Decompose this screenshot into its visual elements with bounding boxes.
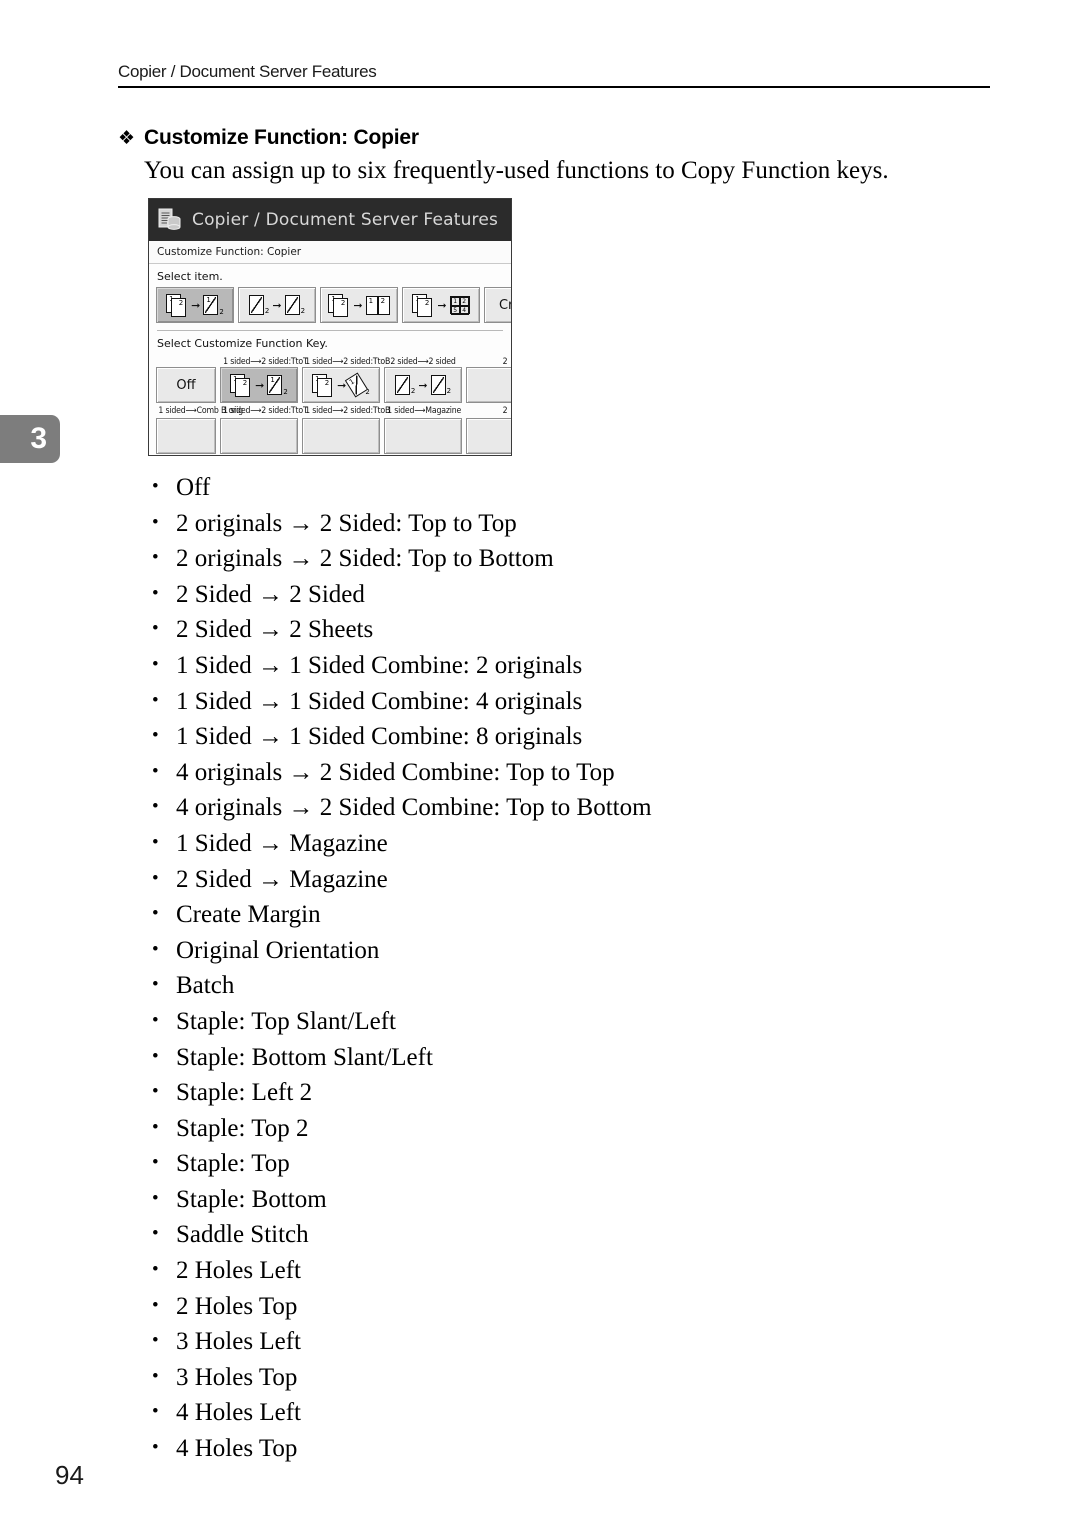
arrow-icon: ➞ <box>191 298 201 312</box>
list-item: 4 Holes Left <box>150 1394 980 1431</box>
list-item: 4 originals → 2 Sided Combine: Top to To… <box>150 754 980 791</box>
list-item: 4 originals → 2 Sided Combine: Top to Bo… <box>150 789 980 826</box>
list-item: Staple: Top <box>150 1145 980 1182</box>
function-key-label: 1 sided⟶2 sided:TtoT <box>223 357 308 367</box>
function-key-off[interactable]: Off <box>156 367 216 403</box>
item-key-1sided-2sided-ttot[interactable]: 1 2 ➞ 12 <box>156 287 234 323</box>
function-key-1sided-2sided-ttot[interactable]: 1 2 ➞ 12 <box>220 367 298 403</box>
list-item: 1 Sided → Magazine <box>150 825 980 862</box>
list-item: 2 Holes Left <box>150 1252 980 1289</box>
function-key-r2-1sided-2sided-ttob[interactable] <box>302 418 380 454</box>
glyph-1sided-to-2sided-ttot: 1 2 ➞ 12 <box>230 374 288 397</box>
list-item: Staple: Top Slant/Left <box>150 1003 980 1040</box>
list-item: 2 originals → 2 Sided: Top to Top <box>150 505 980 542</box>
list-item: 1 Sided → 1 Sided Combine: 2 originals <box>150 647 980 684</box>
list-item: 2 Sided → Magazine <box>150 861 980 898</box>
function-key-label-row-1: 1 sided⟶2 sided:TtoT 1 sided⟶2 sided:Tto… <box>149 357 511 367</box>
function-key-label: 1 sided⟶Comb B orig <box>158 406 243 416</box>
arrow-icon: ➞ <box>255 378 265 392</box>
function-key-label: 2 <box>502 406 508 416</box>
list-item: 3 Holes Top <box>150 1359 980 1396</box>
list-item: 2 Sided → 2 Sided <box>150 576 980 613</box>
glyph-combine-2: 1 2 ➞ 12 <box>328 294 390 317</box>
glyph-2sided-to-2sided: 2 ➞ 2 <box>394 375 451 395</box>
list-item: Off <box>150 469 980 506</box>
function-key-label-row-2: 1 sided⟶Comb B orig 1 sided⟶2 sided:TtoT… <box>149 406 511 416</box>
section-intro-text: You can assign up to six frequently-used… <box>144 157 889 184</box>
arrow-icon: ➞ <box>353 298 363 312</box>
function-key-label: 2 sided⟶2 sided <box>390 357 456 367</box>
list-item: Saddle Stitch <box>150 1216 980 1253</box>
arrow-icon: ➞ <box>437 298 447 312</box>
glyph-1sided-to-2sided: 1 2 ➞ 12 <box>166 294 224 317</box>
list-item: 2 Holes Top <box>150 1288 980 1325</box>
function-key-r2-1sided-magazine[interactable] <box>384 418 462 454</box>
header-rule <box>118 86 990 88</box>
function-key-comb-b-orig[interactable] <box>156 418 216 454</box>
list-item: 4 Holes Top <box>150 1430 980 1467</box>
label-spacer <box>158 357 213 367</box>
function-key-r2-partial[interactable] <box>466 418 511 454</box>
list-item: Batch <box>150 967 980 1004</box>
prompt-select-item: Select item. <box>157 270 223 283</box>
function-key-r2-1sided-2sided-ttot[interactable] <box>220 418 298 454</box>
running-header: Copier / Document Server Features <box>118 62 990 88</box>
list-item: Staple: Left 2 <box>150 1074 980 1111</box>
item-key-combine-2[interactable]: 1 2 ➞ 12 <box>320 287 398 323</box>
glyph-combine-4: 1 2 ➞ 1254 <box>412 294 470 317</box>
function-key-label: 1 sided⟶2 sided:TtoB <box>305 406 391 416</box>
list-item: Original Orientation <box>150 932 980 969</box>
item-key-2sided-2sided[interactable]: 2 ➞ 2 <box>238 287 316 323</box>
device-title-text: Copier / Document Server Features <box>192 210 499 230</box>
glyph-1sided-to-2sided-ttob: 1 2 ➞ 12 <box>312 372 370 398</box>
device-body: Customize Function: Copier Select item. … <box>149 241 511 454</box>
diamond-bullet-icon: ❖ <box>118 127 136 149</box>
feature-list: Off 2 originals → 2 Sided: Top to Top 2 … <box>150 469 980 1467</box>
list-item: Staple: Bottom Slant/Left <box>150 1039 980 1076</box>
list-item: 1 Sided → 1 Sided Combine: 8 originals <box>150 718 980 755</box>
list-item: Staple: Bottom <box>150 1181 980 1218</box>
function-key-2sided-2sided[interactable]: 2 ➞ 2 <box>384 367 462 403</box>
item-key-create-margin[interactable]: Crea <box>484 287 511 323</box>
document-server-icon <box>157 207 183 233</box>
arrow-icon: ➞ <box>418 378 428 392</box>
function-key-row-2 <box>149 418 511 454</box>
list-item: 2 originals → 2 Sided: Top to Bottom <box>150 540 980 577</box>
breadcrumb: Customize Function: Copier <box>149 241 511 264</box>
arrow-icon: ➞ <box>272 298 282 312</box>
list-item: Create Margin <box>150 896 980 933</box>
chapter-number: 3 <box>30 422 47 455</box>
function-key-1sided-2sided-ttob[interactable]: 1 2 ➞ 12 <box>302 367 380 403</box>
running-head-text: Copier / Document Server Features <box>118 62 377 81</box>
list-item: 3 Holes Left <box>150 1323 980 1360</box>
prompt-select-function-key: Select Customize Function Key. <box>157 337 328 350</box>
glyph-2sided-to-2sided: 2 ➞ 2 <box>248 295 305 315</box>
chapter-tab: 3 <box>0 415 60 463</box>
section-heading: ❖ Customize Function: Copier <box>118 126 419 150</box>
page-title: Customize Function: Copier <box>144 126 419 149</box>
function-key-label: 2 <box>502 357 508 367</box>
function-key-label: 1 sided⟶2 sided:TtoB <box>305 357 391 367</box>
device-screenshot-figure: Copier / Document Server Features Custom… <box>148 198 512 456</box>
item-key-row: 1 2 ➞ 12 2 ➞ 2 1 2 <box>149 287 511 323</box>
list-item: Staple: Top 2 <box>150 1110 980 1147</box>
function-key-row-1: Off 1 2 ➞ 12 1 2 ➞ 1 <box>149 367 511 403</box>
item-key-combine-4[interactable]: 1 2 ➞ 1254 <box>402 287 480 323</box>
page-number: 94 <box>55 1460 84 1490</box>
function-key-partial[interactable] <box>466 367 511 403</box>
function-key-label: 1 sided⟶2 sided:TtoT <box>223 406 308 416</box>
list-item: 2 Sided → 2 Sheets <box>150 611 980 648</box>
device-title-bar: Copier / Document Server Features <box>149 199 511 241</box>
list-item: 1 Sided → 1 Sided Combine: 4 originals <box>150 683 980 720</box>
function-key-label: 1 sided⟶Magazine <box>387 406 462 416</box>
